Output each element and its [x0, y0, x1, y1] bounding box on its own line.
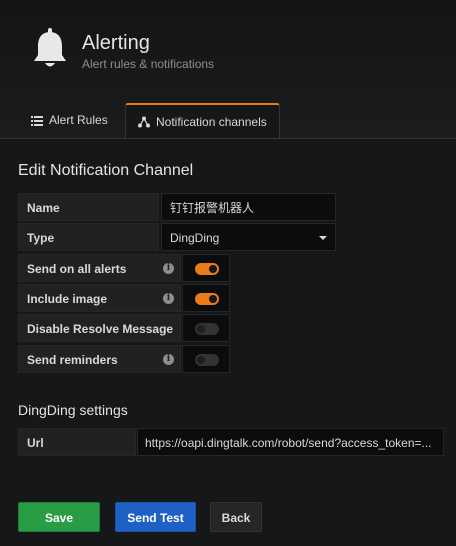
send-all-label: Send on all alerts i — [18, 254, 181, 282]
info-icon[interactable]: i — [163, 293, 174, 304]
page-title: Alerting — [82, 32, 150, 54]
send-reminders-toggle[interactable] — [195, 354, 219, 366]
tab-alert-rules[interactable]: Alert Rules — [31, 103, 108, 138]
send-test-button[interactable]: Send Test — [115, 502, 196, 532]
disable-resolve-label-text: Disable Resolve Message — [27, 322, 174, 336]
info-icon[interactable]: i — [163, 354, 174, 365]
caret-down-icon — [319, 236, 327, 240]
type-select[interactable]: DingDing — [161, 223, 336, 251]
disable-resolve-label: Disable Resolve Message — [18, 314, 181, 342]
bell-icon — [34, 28, 66, 67]
include-image-switch-box — [182, 284, 230, 312]
url-label: Url — [18, 428, 136, 456]
send-reminders-switch-box — [182, 345, 230, 373]
toggle-knob — [209, 265, 217, 273]
tab-notification-channels[interactable]: Notification channels — [125, 103, 280, 139]
type-select-value: DingDing — [170, 231, 220, 245]
toggle-knob — [209, 295, 217, 303]
url-input[interactable]: https://oapi.dingtalk.com/robot/send?acc… — [137, 428, 444, 456]
toggle-knob — [197, 356, 205, 364]
save-button[interactable]: Save — [18, 502, 100, 532]
section-title-edit: Edit Notification Channel — [18, 162, 194, 179]
page-subtitle: Alert rules & notifications — [82, 57, 215, 71]
disable-resolve-switch-box — [182, 314, 230, 342]
include-image-label-text: Include image — [27, 292, 108, 306]
send-reminders-label: Send reminders i — [18, 345, 181, 373]
section-title-dingding: DingDing settings — [18, 402, 128, 418]
back-button[interactable]: Back — [210, 502, 262, 532]
name-label: Name — [18, 193, 159, 221]
page-header: Alerting Alert rules & notifications Ale… — [0, 0, 456, 139]
tab-label: Notification channels — [156, 114, 267, 129]
toggle-knob — [197, 325, 205, 333]
send-all-switch-box — [182, 254, 230, 282]
type-label: Type — [18, 223, 159, 251]
send-all-toggle[interactable] — [195, 263, 219, 275]
include-image-toggle[interactable] — [195, 293, 219, 305]
info-icon[interactable]: i — [163, 263, 174, 274]
send-reminders-label-text: Send reminders — [27, 353, 118, 367]
tab-label: Alert Rules — [49, 113, 108, 127]
list-icon — [31, 115, 43, 126]
include-image-label: Include image i — [18, 284, 181, 312]
send-all-label-text: Send on all alerts — [27, 262, 127, 276]
tab-divider — [0, 138, 456, 139]
disable-resolve-toggle[interactable] — [195, 323, 219, 335]
share-icon — [138, 116, 150, 128]
name-input[interactable]: 钉钉报警机器人 — [161, 193, 336, 221]
